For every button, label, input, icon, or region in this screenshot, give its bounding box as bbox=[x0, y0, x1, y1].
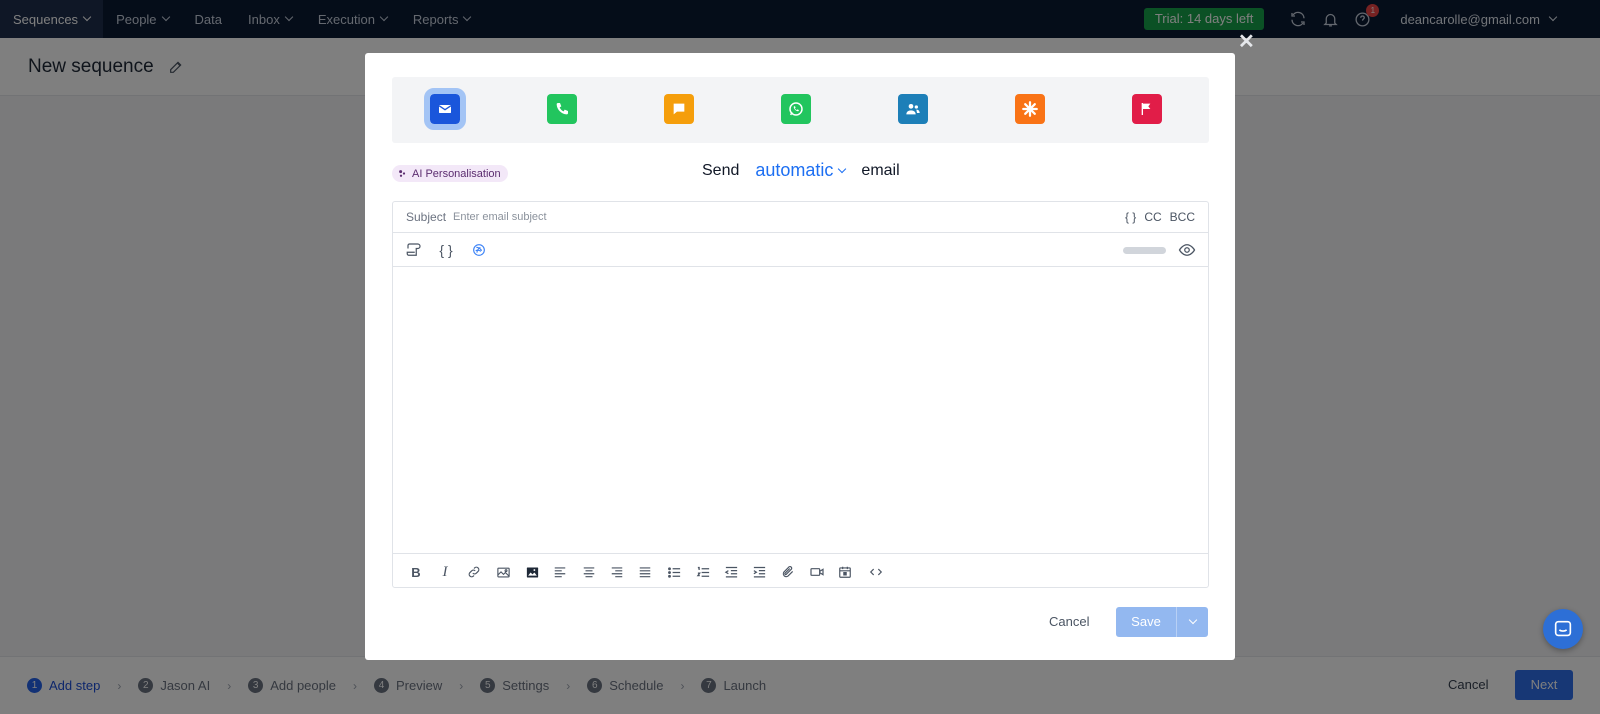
bullet-list-icon[interactable] bbox=[666, 564, 682, 580]
link-icon[interactable] bbox=[466, 564, 482, 580]
format-toolbar: B I bbox=[393, 553, 1208, 587]
phone-icon bbox=[556, 103, 568, 115]
code-icon[interactable] bbox=[868, 564, 884, 580]
ai-personalisation-badge[interactable]: AI Personalisation bbox=[392, 165, 508, 182]
close-icon[interactable]: ✕ bbox=[1238, 32, 1255, 52]
template-icon[interactable] bbox=[405, 241, 423, 259]
indent-icon[interactable] bbox=[751, 564, 767, 580]
channel-selector bbox=[392, 77, 1209, 143]
subject-row: Subject { } CC BCC bbox=[393, 202, 1208, 233]
cancel-button[interactable]: Cancel bbox=[1049, 614, 1089, 629]
attachment-icon[interactable] bbox=[780, 564, 796, 580]
preview-toggle-icon[interactable] bbox=[1123, 247, 1166, 254]
subject-label: Subject bbox=[406, 210, 447, 224]
align-center-icon[interactable] bbox=[581, 564, 597, 580]
save-options-button[interactable] bbox=[1176, 607, 1208, 637]
variables-icon[interactable]: { } bbox=[437, 241, 455, 259]
sparkle-icon bbox=[399, 170, 406, 177]
align-justify-icon[interactable] bbox=[637, 564, 653, 580]
channel-whatsapp[interactable] bbox=[781, 94, 811, 124]
add-step-modal: AI Personalisation Send automatic email … bbox=[365, 53, 1235, 660]
align-left-icon[interactable] bbox=[552, 564, 568, 580]
editor-toolbar: { } bbox=[393, 233, 1208, 267]
email-body[interactable] bbox=[393, 267, 1208, 553]
chevron-down-icon bbox=[1188, 615, 1197, 625]
send-mode-line: Send automatic email bbox=[702, 160, 900, 181]
variables-icon[interactable]: { } bbox=[1125, 210, 1136, 224]
send-mode-value: automatic bbox=[755, 160, 834, 180]
ai-icon[interactable] bbox=[470, 241, 488, 259]
channel-sms[interactable] bbox=[664, 94, 694, 124]
numbered-list-icon[interactable] bbox=[695, 564, 711, 580]
channel-call[interactable] bbox=[547, 94, 577, 124]
italic-icon[interactable]: I bbox=[437, 564, 453, 580]
channel-linkedin[interactable] bbox=[898, 94, 928, 124]
subject-input[interactable] bbox=[453, 211, 1054, 223]
chevron-down-icon bbox=[838, 164, 847, 173]
image-icon[interactable] bbox=[495, 564, 511, 580]
asterisk-icon bbox=[1022, 101, 1038, 117]
bcc-button[interactable]: BCC bbox=[1170, 210, 1195, 224]
calendar-icon[interactable] bbox=[837, 564, 853, 580]
envelope-icon bbox=[438, 105, 452, 113]
eye-icon[interactable] bbox=[1178, 241, 1196, 259]
chat-icon bbox=[673, 103, 685, 115]
subject-actions: { } CC BCC bbox=[1125, 210, 1195, 224]
save-button-group: Save bbox=[1116, 607, 1208, 637]
send-suffix: email bbox=[861, 161, 900, 179]
send-mode-dropdown[interactable]: automatic bbox=[755, 160, 847, 181]
whatsapp-icon bbox=[789, 102, 803, 116]
image-gallery-icon[interactable] bbox=[524, 564, 540, 580]
channel-zapier[interactable] bbox=[1015, 94, 1045, 124]
video-icon[interactable] bbox=[809, 564, 825, 580]
cc-button[interactable]: CC bbox=[1144, 210, 1161, 224]
outdent-icon[interactable] bbox=[723, 564, 739, 580]
email-editor: Subject { } CC BCC { } B I bbox=[392, 201, 1209, 588]
channel-email[interactable] bbox=[424, 88, 466, 130]
save-button[interactable]: Save bbox=[1116, 607, 1176, 637]
send-prefix: Send bbox=[702, 161, 740, 179]
flag-icon bbox=[1141, 103, 1151, 115]
channel-task[interactable] bbox=[1132, 94, 1162, 124]
chat-launcher-icon[interactable] bbox=[1543, 609, 1583, 649]
ai-badge-label: AI Personalisation bbox=[412, 167, 501, 180]
align-right-icon[interactable] bbox=[609, 564, 625, 580]
people-icon bbox=[906, 104, 920, 115]
bold-icon[interactable]: B bbox=[408, 564, 424, 580]
